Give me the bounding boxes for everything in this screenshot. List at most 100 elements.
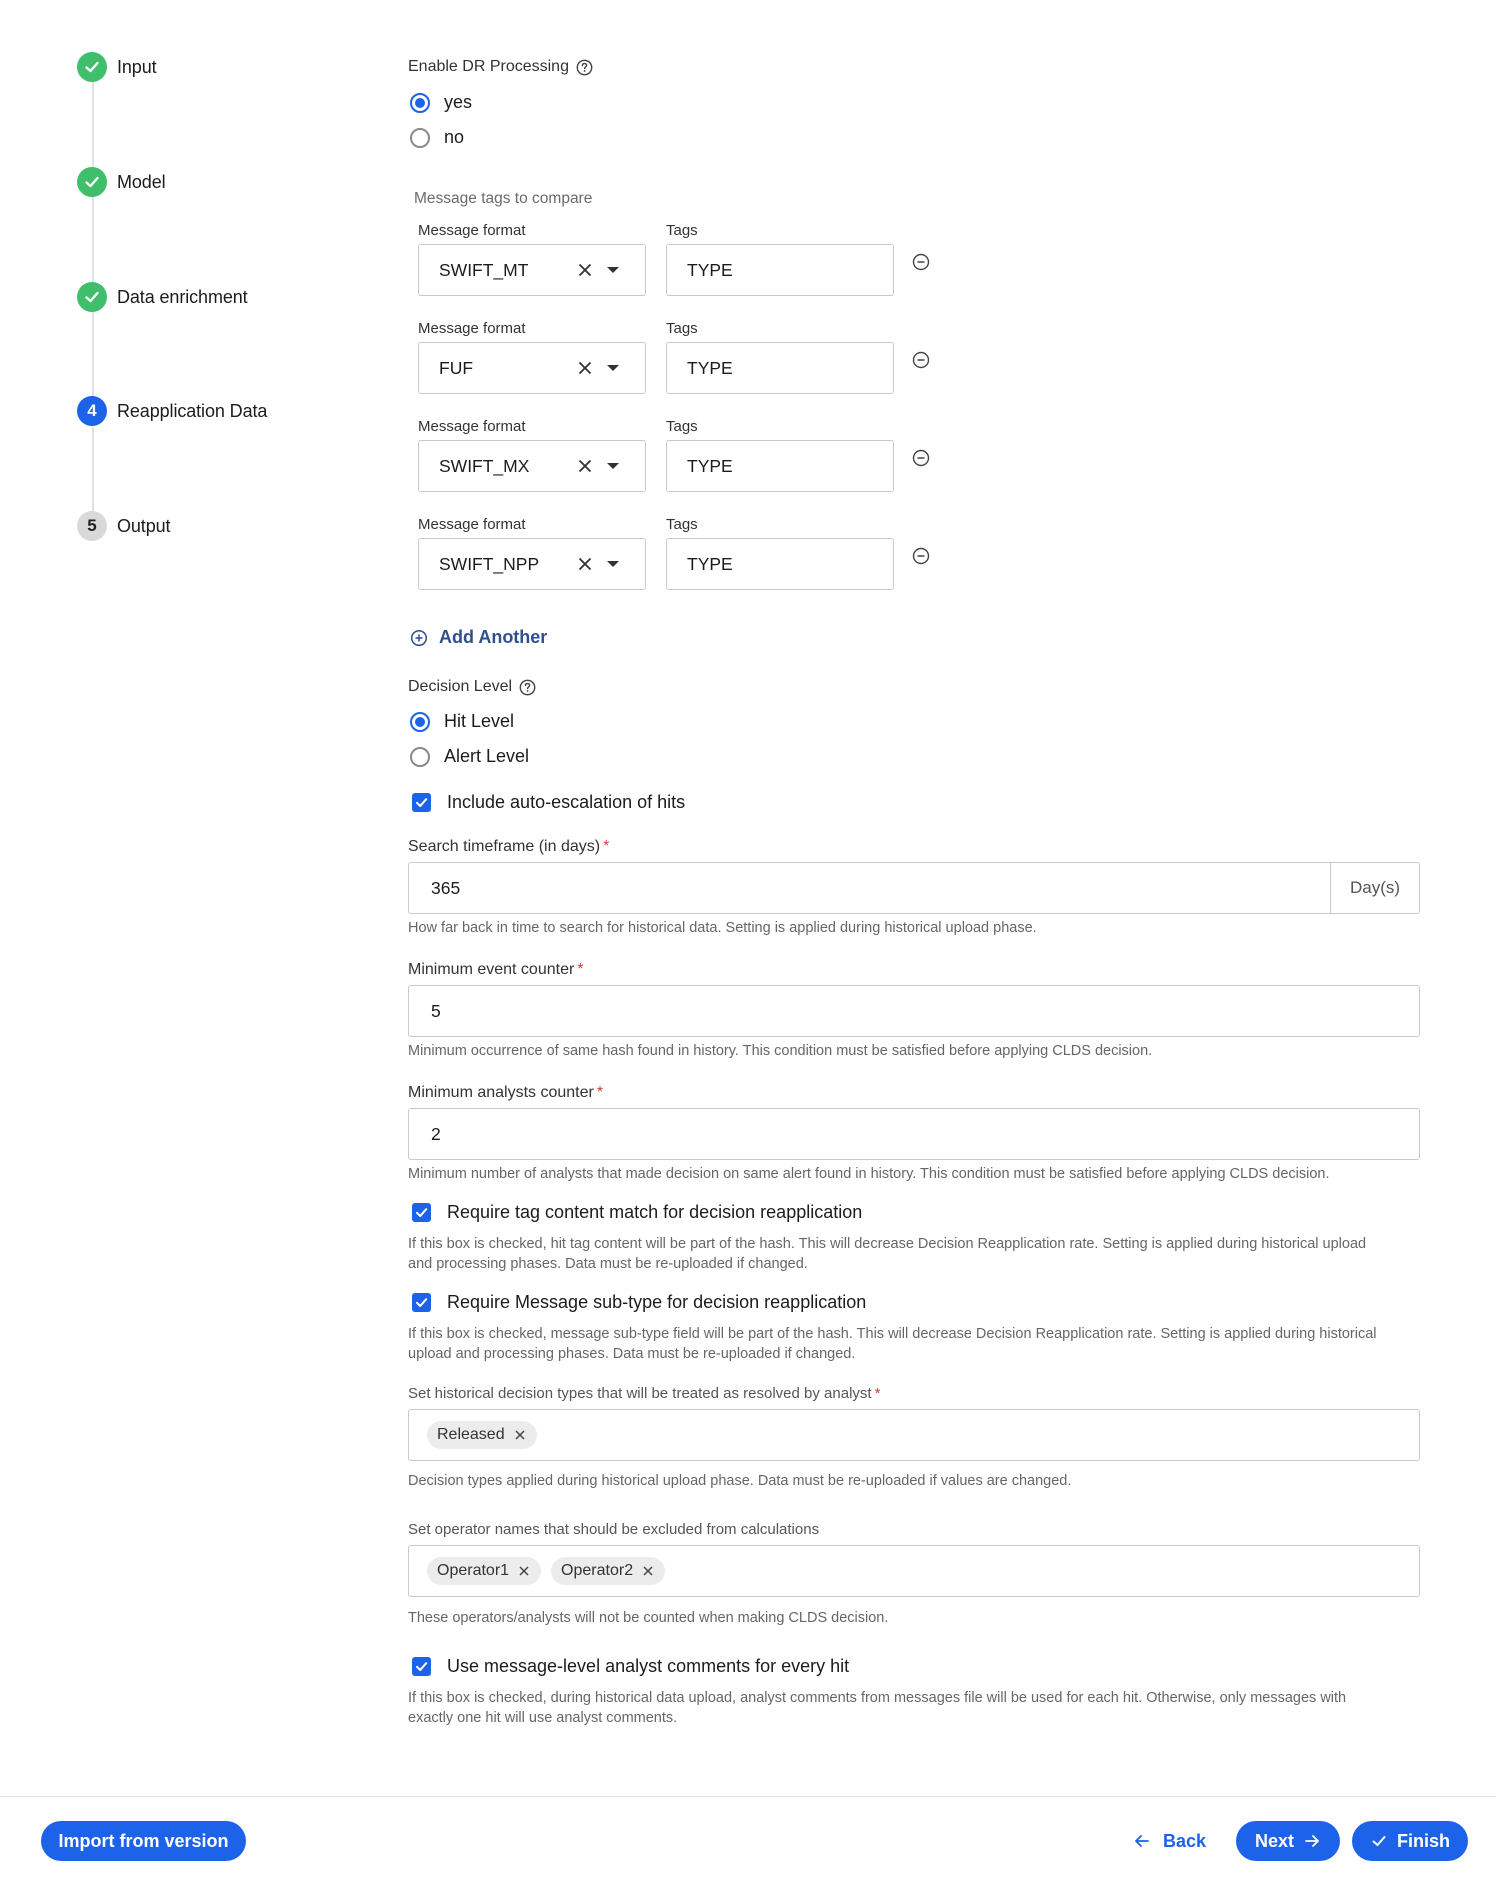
check-icon [1372,1836,1386,1846]
required-marker: * [577,961,584,978]
button-label: Back [1163,1830,1207,1851]
chip[interactable]: Released [427,1421,537,1449]
stepper-connector [92,197,94,292]
dr-yes-radio[interactable]: yes [410,92,472,113]
checkbox-checked-icon [412,1657,431,1676]
chip-remove-icon[interactable] [513,1428,527,1442]
excluded-operators-multiselect[interactable]: Operator1 Operator2 [408,1545,1420,1597]
remove-row-icon[interactable] [911,350,931,370]
button-label: Import from version [58,1830,229,1851]
chip[interactable]: Operator2 [551,1557,666,1585]
tags-input[interactable]: TYPE [666,244,894,296]
clear-icon[interactable] [575,260,595,280]
help-line: exactly one hit will use analyst comment… [408,1710,678,1726]
input-value: 5 [431,1000,441,1021]
step-reapplication-data[interactable]: 4 Reapplication Data [77,396,267,426]
input-value: 2 [431,1123,441,1144]
chip[interactable]: Operator1 [427,1557,542,1585]
dr-processing-label-text: Enable DR Processing [408,58,569,75]
dr-processing-label: Enable DR Processing [408,58,593,76]
step-input[interactable]: Input [77,52,157,82]
footer-divider [0,1796,1496,1797]
radio-indicator [410,746,430,767]
help-icon[interactable] [519,679,536,696]
help-icon[interactable] [576,59,593,76]
add-another-label: Add Another [439,627,548,647]
next-button[interactable]: Next [1236,1821,1340,1861]
arrow-right-icon [1305,1835,1319,1847]
checkbox-label: Require Message sub-type for decision re… [447,1292,867,1312]
chevron-down-icon[interactable] [607,561,619,567]
step-number: 4 [77,396,107,426]
dr-no-radio[interactable]: no [410,127,464,148]
event-counter-label: Minimum event counter * [408,961,584,979]
add-another-button[interactable]: Add Another [410,627,547,648]
button-label: Next [1254,1830,1294,1851]
subtype-checkbox[interactable]: Require Message sub-type for decision re… [412,1292,866,1313]
message-format-select[interactable]: FUF [418,342,646,394]
checkbox-checked-icon [412,793,431,812]
clear-icon[interactable] [575,358,595,378]
analysts-counter-label-text: Minimum analysts counter [408,1084,594,1101]
analysts-counter-input[interactable]: 2 [408,1108,1420,1160]
message-format-label: Message format [418,222,526,239]
auto-escalation-checkbox[interactable]: Include auto-escalation of hits [412,792,685,813]
import-from-version-button[interactable]: Import from version [41,1821,246,1861]
chip-label: Released [437,1426,505,1443]
required-marker: * [874,1385,881,1402]
tags-input[interactable]: TYPE [666,538,894,590]
tags-input[interactable]: TYPE [666,342,894,394]
timeframe-label-text: Search timeframe (in days) [408,838,601,855]
step-output[interactable]: 5 Output [77,511,171,541]
excluded-operators-label: Set operator names that should be exclud… [408,1521,820,1538]
radio-label: no [444,127,465,147]
message-format-select[interactable]: SWIFT_MT [418,244,646,296]
plus-circle-icon [410,629,428,646]
checkbox-label: Require tag content match for decision r… [447,1202,863,1222]
remove-row-icon[interactable] [911,546,931,566]
input-value: TYPE [687,259,733,280]
message-format-select[interactable]: SWIFT_NPP [418,538,646,590]
step-label: Model [117,171,166,192]
radio-label: Alert Level [444,746,530,766]
timeframe-input[interactable]: 365 Day(s) [408,862,1420,914]
back-button[interactable]: Back [1133,1821,1206,1861]
analyst-comments-checkbox[interactable]: Use message-level analyst comments for e… [412,1656,849,1677]
remove-row-icon[interactable] [911,252,931,272]
select-value: SWIFT_MX [439,455,530,476]
arrow-left-icon [1135,1835,1149,1847]
chevron-down-icon[interactable] [607,463,619,469]
step-data-enrichment[interactable]: Data enrichment [77,282,248,312]
clear-icon[interactable] [575,456,595,476]
chip-remove-icon[interactable] [641,1564,655,1578]
clear-icon[interactable] [575,554,595,574]
input-value: TYPE [687,455,733,476]
tags-label: Tags [666,222,698,239]
checkbox-label: Use message-level analyst comments for e… [447,1656,850,1676]
tags-input[interactable]: TYPE [666,440,894,492]
help-line: If this box is checked, during historica… [408,1690,1347,1706]
step-label: Data enrichment [117,286,248,307]
alert-level-radio[interactable]: Alert Level [410,746,529,767]
tag-match-checkbox[interactable]: Require tag content match for decision r… [412,1202,862,1223]
chip-label: Operator2 [561,1562,634,1579]
input-value: 365 [431,877,461,898]
hit-level-radio[interactable]: Hit Level [410,711,514,732]
tag-match-help: If this box is checked, hit tag content … [408,1234,1366,1274]
chip-remove-icon[interactable] [517,1564,531,1578]
decision-level-label-text: Decision Level [408,678,513,695]
input-value: TYPE [687,357,733,378]
chevron-down-icon[interactable] [607,267,619,273]
chevron-down-icon[interactable] [607,365,619,371]
resolved-types-help: Decision types applied during historical… [408,1473,1072,1489]
finish-button[interactable]: Finish [1352,1821,1468,1861]
event-counter-input[interactable]: 5 [408,985,1420,1037]
decision-level-label: Decision Level [408,678,536,696]
message-format-label: Message format [418,320,526,337]
radio-label: yes [444,92,473,112]
remove-row-icon[interactable] [911,448,931,468]
step-number: 5 [77,511,107,541]
step-model[interactable]: Model [77,167,166,197]
message-format-select[interactable]: SWIFT_MX [418,440,646,492]
resolved-types-multiselect[interactable]: Released [408,1409,1420,1461]
